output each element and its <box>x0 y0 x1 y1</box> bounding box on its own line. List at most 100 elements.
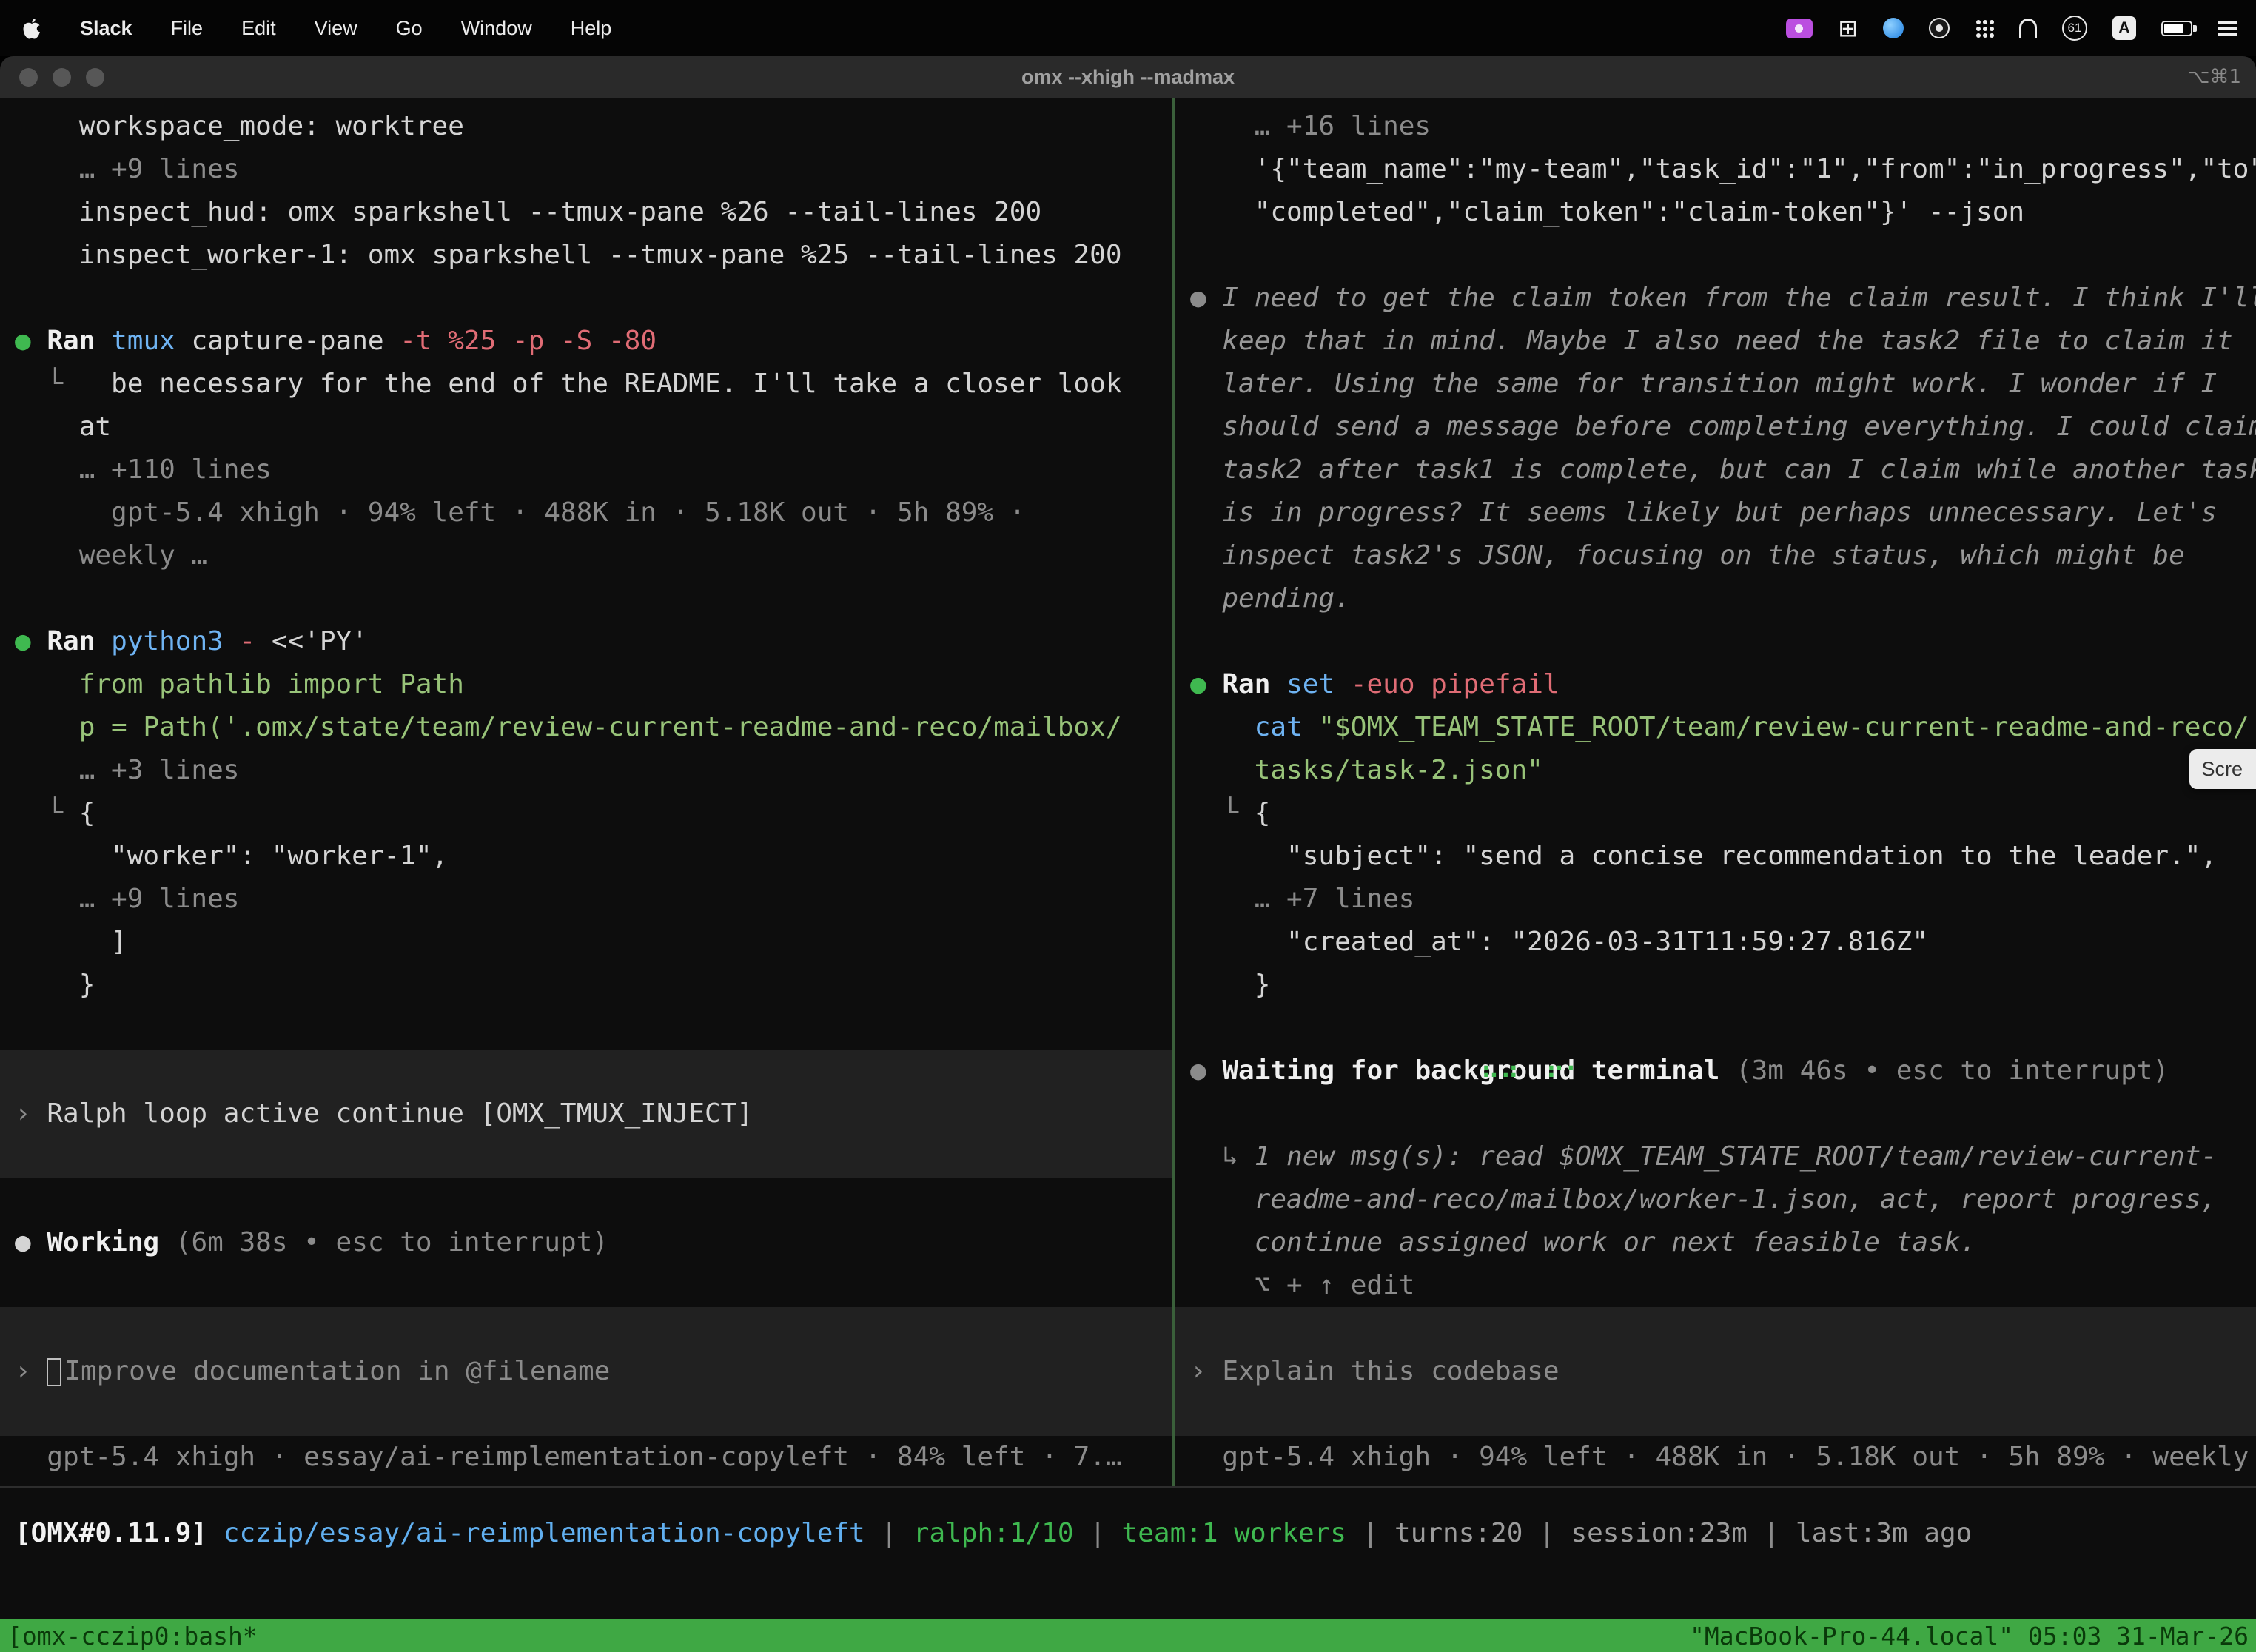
text-segment: | <box>1748 1518 1796 1548</box>
apple-menu-icon[interactable] <box>22 17 41 39</box>
text-segment: ⠦⠴ <box>1480 1050 1520 1092</box>
title-bar[interactable]: omx --xhigh --madmax ⌥⌘1 <box>0 56 2256 98</box>
menu-go[interactable]: Go <box>396 17 423 40</box>
text-segment <box>1335 669 1351 699</box>
text-segment <box>1190 712 1255 742</box>
text-segment: keep that in mind. Maybe I also need the… <box>1190 326 2233 356</box>
text-segment <box>159 1227 175 1258</box>
tmux-session-label: [omx-cczip0:bash* <box>7 1622 258 1651</box>
text-segment: tmux <box>111 326 175 356</box>
text-segment: Ralph loop active continue [OMX_TMUX_INJ… <box>31 1098 753 1129</box>
text-segment: … +110 lines <box>15 454 272 485</box>
terminal[interactable]: workspace_mode: worktree … +9 lines insp… <box>0 98 2256 1652</box>
text-segment: … +3 lines <box>15 755 239 785</box>
text-segment <box>95 326 111 356</box>
text-segment: is in progress? It seems likely but perh… <box>1190 497 2217 528</box>
window-shortcut-hint: ⌥⌘1 <box>2187 56 2241 98</box>
left-model-status: gpt-5.4 xhigh · essay/ai-reimplementatio… <box>0 1436 1172 1479</box>
text-segment: | <box>1346 1518 1394 1548</box>
terminal-line: … +16 lines <box>1175 105 2256 148</box>
close-button[interactable] <box>19 68 38 87</box>
right-pane[interactable]: … +16 lines '{"team_name":"my-team","tas… <box>1175 98 2256 1479</box>
text-segment: › <box>1190 1356 1206 1386</box>
working-line: ● Working (6m 38s • esc to interrupt) <box>0 1221 1172 1264</box>
text-segment: … +9 lines <box>15 154 239 184</box>
blue-app-icon[interactable] <box>1883 18 1904 38</box>
terminal-line: inspect_worker-1: omx sparkshell --tmux-… <box>0 234 1172 277</box>
terminal-line: └ { <box>0 792 1172 835</box>
menu-file[interactable]: File <box>171 17 204 40</box>
terminal-line: ↳ 1 new msg(s): read $OMX_TEAM_STATE_ROO… <box>1175 1135 2256 1178</box>
dark-app-icon[interactable] <box>1929 18 1950 38</box>
text-segment: team:1 workers <box>1122 1518 1346 1548</box>
battery-icon[interactable] <box>2161 21 2192 36</box>
menu-view[interactable]: View <box>315 17 357 40</box>
menu-lines-icon[interactable] <box>2218 21 2237 24</box>
zoom-button[interactable] <box>86 68 104 87</box>
traffic-lights <box>19 56 104 98</box>
text-segment: should send a message before completing … <box>1190 412 2256 442</box>
text-segment: "worker": "worker-1", <box>15 841 448 871</box>
text-segment <box>1206 283 1223 313</box>
badge-61[interactable]: 61 <box>2062 16 2087 41</box>
text-segment: Improve documentation in @filename <box>64 1356 610 1386</box>
terminal-line: "completed","claim_token":"claim-token"}… <box>1175 191 2256 234</box>
text-segment: { <box>1238 798 1270 828</box>
pane-divider[interactable] <box>1172 98 1175 1488</box>
text-segment: ⠖⠂ <box>1545 1050 1585 1092</box>
active-app-name[interactable]: Slack <box>80 17 132 40</box>
text-segment: gpt-5.4 xhigh · 94% left · 488K in · 5.1… <box>15 497 1025 528</box>
text-segment: "$OMX_TEAM_STATE_ROOT/team/review-curren… <box>1318 712 2249 742</box>
text-segment <box>1190 755 1255 785</box>
menu-window[interactable]: Window <box>461 17 532 40</box>
left-pane[interactable]: workspace_mode: worktree … +9 lines insp… <box>0 98 1172 1479</box>
text-segment <box>1719 1055 1736 1086</box>
terminal-line <box>0 1007 1172 1050</box>
terminal-line: gpt-5.4 xhigh · 94% left · 488K in · 5.1… <box>0 491 1172 534</box>
prompt-input-left[interactable]: › Improve documentation in @filename <box>0 1307 1172 1436</box>
text-segment: from pathlib import Path <box>15 669 464 699</box>
inject-status-bar[interactable]: › Ralph loop active continue [OMX_TMUX_I… <box>0 1050 1172 1178</box>
minimize-button[interactable] <box>53 68 71 87</box>
ghost-icon[interactable] <box>2019 19 2037 38</box>
text-segment: └ <box>15 798 63 828</box>
terminal-line: pending. <box>1175 577 2256 620</box>
text-segment <box>47 1358 61 1386</box>
text-segment: [OMX#0.11.9] <box>15 1518 207 1548</box>
terminal-line: keep that in mind. Maybe I also need the… <box>1175 320 2256 363</box>
text-segment: "completed","claim_token":"claim-token"}… <box>1190 197 2024 227</box>
text-segment: I need to get the claim token from the c… <box>1222 283 2256 313</box>
text-segment: └ <box>15 369 63 399</box>
ran-tmux-line: ● Ran tmux capture-pane -t %25 -p -S -80 <box>0 320 1172 363</box>
terminal-line: from pathlib import Path <box>0 663 1172 706</box>
text-segment: weekly … <box>15 540 207 571</box>
terminal-line: … +3 lines <box>0 749 1172 792</box>
text-segment: python3 <box>111 626 224 657</box>
text-segment: … +7 lines <box>1190 884 1414 914</box>
window-title: omx --xhigh --madmax <box>1021 66 1235 89</box>
dots-grid-icon[interactable] <box>1975 19 1994 38</box>
terminal-line <box>0 277 1172 320</box>
text-segment: -t %25 -p -S -80 <box>400 326 657 356</box>
screen-recording-indicator-icon[interactable] <box>1786 19 1813 38</box>
text-segment: session:23m <box>1571 1518 1747 1548</box>
text-segment <box>31 626 47 657</box>
text-segment: <<'PY' <box>255 626 368 657</box>
text-segment <box>31 1227 47 1258</box>
menu-edit[interactable]: Edit <box>241 17 276 40</box>
ran-python-line: ● Ran python3 - <<'PY' <box>0 620 1172 663</box>
menu-help[interactable]: Help <box>571 17 612 40</box>
input-source-icon[interactable]: A <box>2112 16 2136 40</box>
prompt-input-right[interactable]: › Explain this codebase <box>1175 1307 2256 1436</box>
text-segment: ● <box>15 1227 31 1258</box>
text-segment: pending. <box>1190 583 1351 614</box>
terminal-line: └ be necessary for the end of the README… <box>0 363 1172 406</box>
text-segment: | <box>865 1518 913 1548</box>
tmux-host-clock: "MacBook-Pro-44.local" 05:03 31-Mar-26 <box>1690 1622 2249 1651</box>
text-segment: ● <box>1190 669 1206 699</box>
text-segment: turns:20 <box>1394 1518 1523 1548</box>
screen-share-notification[interactable]: Scre <box>2189 749 2256 789</box>
terminal-line <box>1175 234 2256 277</box>
grid-icon[interactable]: ⊞ <box>1838 16 1858 40</box>
text-segment: later. Using the same for transition mig… <box>1190 369 2217 399</box>
